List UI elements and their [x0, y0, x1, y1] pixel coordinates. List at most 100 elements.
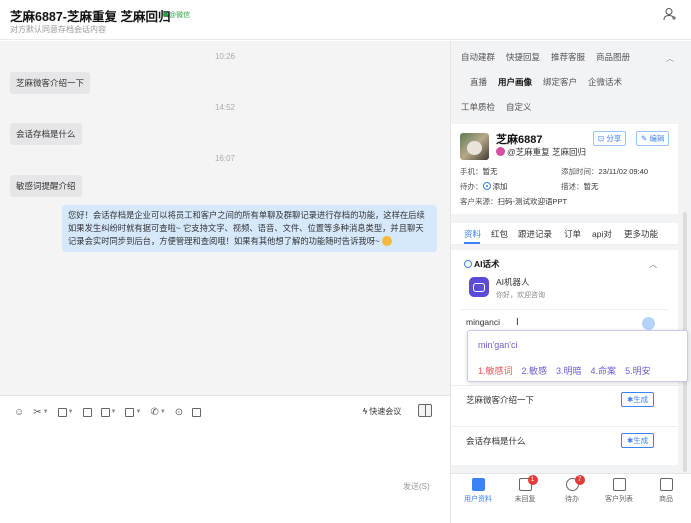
- message-icon: 1: [518, 475, 538, 491]
- customer-tag: @芝麻重复 芝麻回归: [496, 146, 586, 158]
- share-button[interactable]: ⊡ 分享: [593, 131, 627, 146]
- nav-customer-list[interactable]: 客户列表: [597, 478, 641, 504]
- ime-candidate[interactable]: 3.明暗: [556, 366, 582, 376]
- collapse-chevron-icon[interactable]: ︿: [649, 259, 657, 270]
- customer-avatar[interactable]: [460, 133, 489, 160]
- smile-emoji-icon: [381, 236, 392, 246]
- document-icon[interactable]: [82, 407, 92, 417]
- bottom-nav: 用户资料 1 未回复 7 待办 客户列表 商品: [451, 473, 691, 523]
- nav-user-profile[interactable]: 用户资料: [456, 478, 500, 504]
- user-card-icon: [471, 478, 485, 491]
- composer-toolbar: ☺ ✂ ▼ ▼ ▼ ▼ ✆ ▼ ⊙: [14, 405, 202, 419]
- send-button[interactable]: 发送(S): [403, 481, 430, 492]
- tab-red-packet[interactable]: 红包: [491, 228, 508, 240]
- message-composer[interactable]: ☺ ✂ ▼ ▼ ▼ ▼ ✆ ▼ ⊙ ϟ 快速会议 发送(S): [0, 395, 450, 523]
- added-time-row: 添加时间：23/11/02 09:40: [561, 167, 648, 176]
- todo-row: 待办： 添加: [460, 182, 508, 191]
- emoji-icon[interactable]: ☺: [14, 407, 24, 418]
- message-bubble[interactable]: 会话存档是什么: [10, 123, 82, 145]
- tab-auto-group[interactable]: 自动建群: [461, 52, 495, 62]
- add-todo-link[interactable]: 添加: [493, 182, 508, 191]
- tab-follow-up[interactable]: 跟进记录: [518, 228, 552, 240]
- active-tab-indicator: [464, 242, 480, 244]
- message-list[interactable]: 10:26 芝麻微客介绍一下 14:52 会话存档是什么 16:07 敏感词提醒…: [0, 41, 450, 395]
- edit-button[interactable]: ✎ 编辑: [636, 131, 670, 146]
- chat-title: 芝麻6887-芝麻重复 芝麻回归: [10, 10, 171, 24]
- bag-icon: [659, 478, 673, 491]
- nav-unreplied[interactable]: 1 未回复: [503, 475, 547, 504]
- generate-button[interactable]: ✱生成: [621, 433, 655, 448]
- todo-badge: 7: [574, 475, 585, 485]
- tab-more-functions[interactable]: 更多功能: [624, 228, 658, 240]
- checklist-icon[interactable]: ▼: [100, 407, 116, 417]
- more-icon[interactable]: ⊙: [175, 407, 183, 418]
- nav-todo[interactable]: 7 待办: [550, 475, 594, 504]
- suggestion-item[interactable]: 芝麻微客介绍一下 ✱生成: [451, 385, 678, 415]
- ai-icon: [464, 260, 472, 268]
- ai-query-input[interactable]: minganci: [466, 317, 500, 327]
- customer-card: 芝麻6887 @芝麻重复 芝麻回归 ⊡ 分享 ✎ 编辑 手机：暂无 添加时间：2…: [451, 124, 678, 214]
- ime-candidate[interactable]: 2.敏感: [522, 366, 548, 376]
- scissors-icon[interactable]: ✂ ▼: [33, 407, 48, 418]
- tab-profile-info[interactable]: 资料: [464, 228, 481, 240]
- collapse-chevron-icon[interactable]: ︿: [666, 53, 674, 64]
- screen-record-icon[interactable]: [192, 407, 202, 417]
- generate-button[interactable]: ✱生成: [621, 392, 655, 407]
- message-bubble[interactable]: 芝麻微客介绍一下: [10, 72, 91, 94]
- image-icon[interactable]: ▼: [57, 407, 74, 417]
- suggestion-item[interactable]: 会话存档是什么 ✱生成: [451, 426, 678, 456]
- archive-consent-note: 对方默认同意存档会话内容: [10, 25, 106, 34]
- tab-orders[interactable]: 订单: [564, 228, 581, 240]
- phone-row: 手机：暂无: [460, 167, 498, 176]
- tag-icon: [496, 147, 505, 156]
- ime-candidates: 1.敏感词 2.敏感 3.明暗 4.命案 5.明安: [478, 364, 660, 377]
- tab-live[interactable]: 直播: [470, 77, 487, 87]
- chat-header: 芝麻6887-芝麻重复 芝麻回归 @微信 对方默认同意存档会话内容: [0, 0, 691, 40]
- detail-tabs: 资料 红包 跟进记录 订单 api对 更多功能: [451, 223, 678, 245]
- tab-api[interactable]: api对: [592, 228, 612, 240]
- wechat-tag: @微信: [163, 10, 190, 20]
- reply-bubble[interactable]: 您好！会话存档是企业可以将员工和客户之间的所有单聊及群聊记录进行存档的功能，这样…: [62, 205, 437, 252]
- add-member-icon[interactable]: [663, 7, 677, 21]
- bolt-icon: ϟ: [363, 407, 368, 416]
- divider: [461, 309, 668, 310]
- tab-custom[interactable]: 自定义: [506, 102, 532, 112]
- source-row: 客户来源：扫码-测试欢迎语PPT: [460, 197, 568, 206]
- tab-recommend-service[interactable]: 推荐客服: [551, 52, 585, 62]
- robot-icon: [469, 277, 489, 297]
- side-panel-toggle-icon[interactable]: [418, 404, 432, 417]
- tab-ticket-qa[interactable]: 工单质检: [461, 102, 495, 112]
- description-row: 描述：暂无: [561, 182, 599, 191]
- message-timestamp: 14:52: [214, 103, 236, 112]
- list-icon: [612, 478, 626, 491]
- clock-icon: 7: [565, 475, 585, 491]
- unreplied-badge: 1: [527, 475, 538, 485]
- ime-candidate[interactable]: 4.命案: [591, 366, 617, 376]
- text-cursor-icon: I: [516, 317, 519, 328]
- phone-icon[interactable]: ✆ ▼: [150, 407, 165, 418]
- tab-quick-reply[interactable]: 快捷回复: [506, 52, 540, 62]
- tab-bind-customer[interactable]: 绑定客户: [543, 77, 577, 87]
- message-timestamp: 16:07: [214, 154, 236, 163]
- tab-user-profile[interactable]: 用户画像: [498, 77, 532, 87]
- customer-name: 芝麻6887: [496, 134, 543, 146]
- tool-tabs-row-3: 工单质检 自定义: [461, 101, 543, 113]
- ai-section-title: AI话术: [464, 258, 500, 270]
- message-bubble[interactable]: 敏感词提醒介绍: [10, 175, 82, 197]
- ime-pinyin: min'gan'ci: [478, 340, 518, 350]
- tab-product-album[interactable]: 商品图册: [596, 52, 630, 62]
- tool-tabs-row-1: 自动建群 快捷回复 推荐客服 商品图册: [461, 51, 641, 63]
- ime-candidate[interactable]: 5.明安: [625, 366, 651, 376]
- tool-tabs-row-2: 直播 用户画像 绑定客户 企微话术: [470, 76, 633, 88]
- app-window: 芝麻6887-芝麻重复 芝麻回归 @微信 对方默认同意存档会话内容 10:26 …: [0, 0, 691, 523]
- send-plane-icon[interactable]: [642, 317, 655, 330]
- nav-products[interactable]: 商品: [644, 478, 688, 504]
- folder-icon[interactable]: ▼: [125, 407, 141, 417]
- message-timestamp: 10:26: [214, 52, 236, 61]
- ime-candidate[interactable]: 1.敏感词: [478, 366, 513, 376]
- bot-name: AI机器人: [496, 277, 530, 287]
- tab-wecom-scripts[interactable]: 企微话术: [588, 77, 622, 87]
- add-todo-icon[interactable]: [482, 182, 491, 190]
- quick-meeting-button[interactable]: ϟ 快速会议: [363, 406, 401, 417]
- ime-candidate-popup: min'gan'ci 1.敏感词 2.敏感 3.明暗 4.命案 5.明安: [467, 330, 688, 382]
